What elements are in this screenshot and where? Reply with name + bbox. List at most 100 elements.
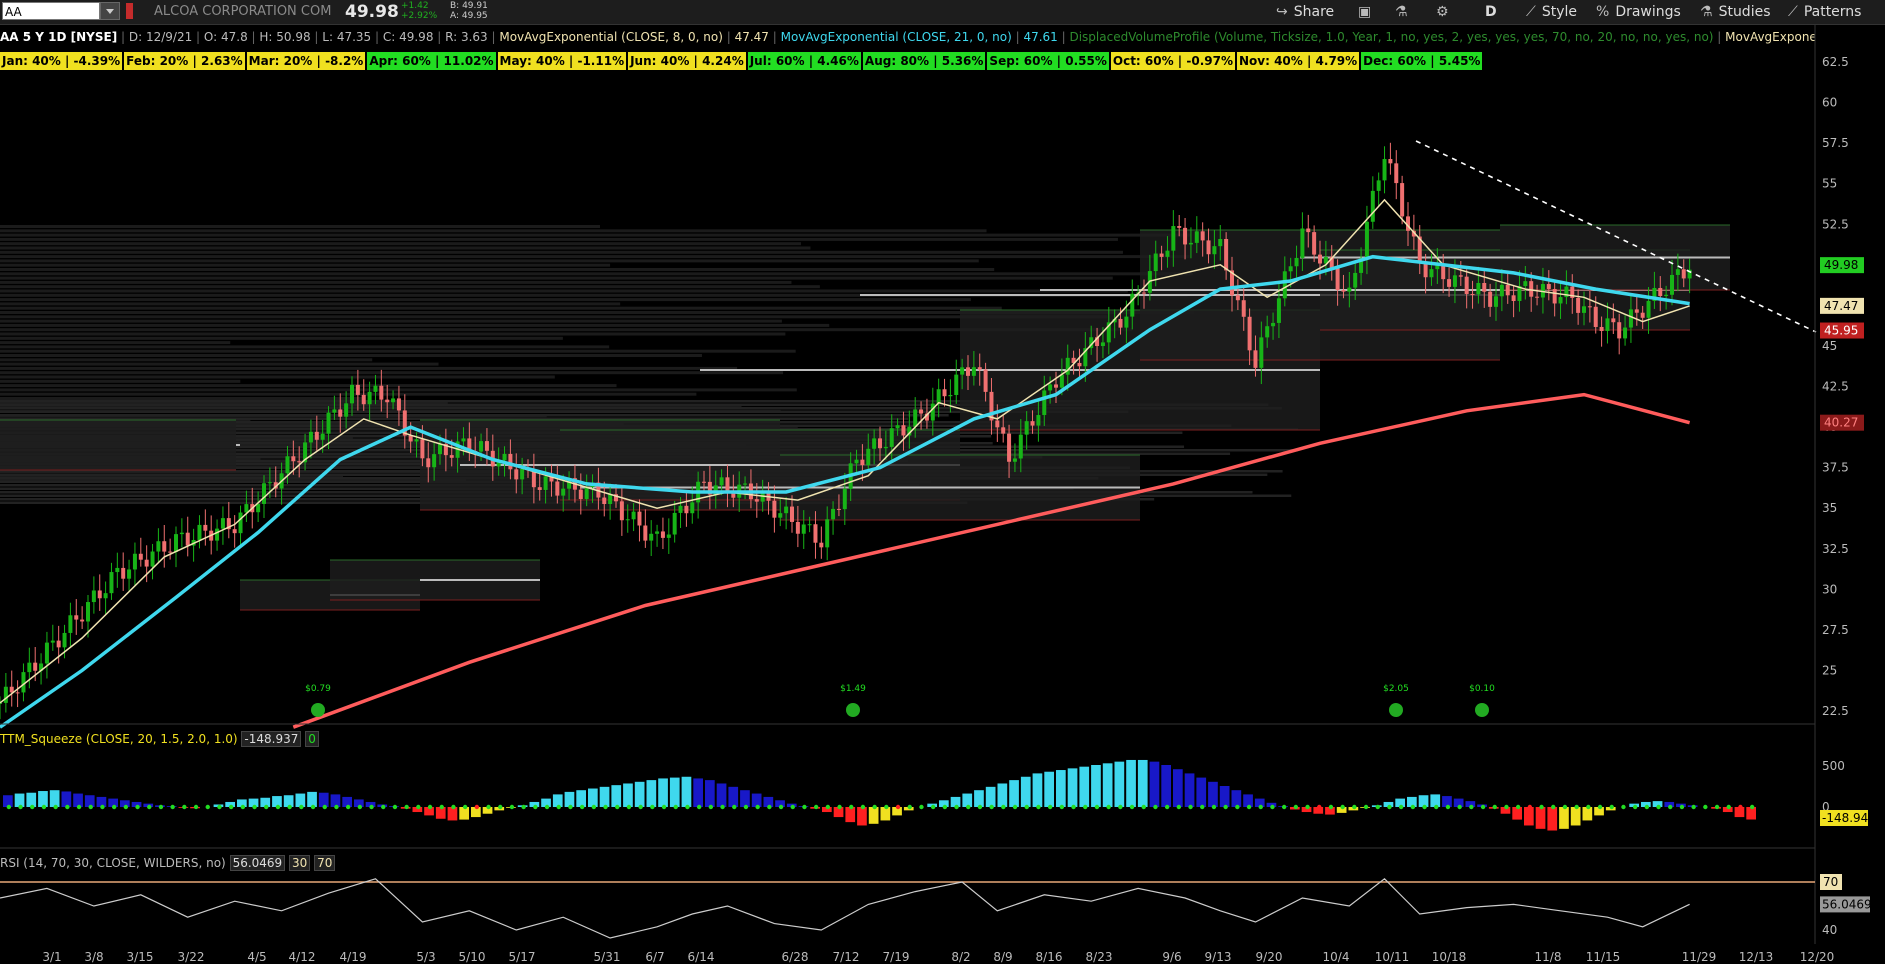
squeeze-header: TTM_Squeeze (CLOSE, 20, 1.5, 2.0, 1.0) -… bbox=[0, 731, 319, 747]
squeeze-bar bbox=[49, 790, 60, 807]
volume-profile-bar bbox=[0, 225, 600, 228]
squeeze-dot bbox=[1726, 804, 1731, 810]
time-axis[interactable]: 3/1 3/8 3/15 3/22 4/5 4/12 4/19 5/3 5/10 5/17 5/31… bbox=[42, 950, 1834, 964]
time-tick-label: 8/16 bbox=[1036, 950, 1063, 964]
candle-body bbox=[396, 398, 401, 411]
squeeze-dot bbox=[907, 804, 912, 810]
candle-body bbox=[813, 524, 818, 543]
candle-body bbox=[1628, 309, 1633, 328]
volume-profile-bar bbox=[0, 315, 1108, 319]
rsi-header: RSI (14, 70, 30, CLOSE, WILDERS, no) 56.… bbox=[0, 855, 336, 871]
squeeze-bar bbox=[1032, 773, 1043, 807]
price-tag-text: 49.98 bbox=[1824, 258, 1858, 272]
candle-body bbox=[883, 446, 888, 449]
price-axis[interactable]: 22.52527.53032.53537.54042.54547.55052.5… bbox=[1822, 55, 1849, 718]
candle-body bbox=[1587, 306, 1592, 308]
candle-body bbox=[684, 505, 689, 514]
squeeze-dot bbox=[1434, 804, 1439, 810]
candle-body bbox=[320, 433, 325, 440]
candle-body bbox=[936, 389, 941, 404]
squeeze-dot bbox=[404, 804, 409, 810]
squeeze-dot bbox=[30, 804, 35, 810]
time-tick-label: 5/31 bbox=[594, 950, 621, 964]
squeeze-dot bbox=[1668, 804, 1673, 810]
volume-profile-bar bbox=[0, 229, 987, 233]
candle-body bbox=[1259, 337, 1264, 368]
squeeze-dot bbox=[1410, 804, 1416, 810]
candle-body bbox=[355, 384, 360, 395]
squeeze-dot bbox=[1574, 804, 1579, 810]
time-tick-label: 10/11 bbox=[1375, 950, 1410, 964]
squeeze-bar bbox=[693, 778, 703, 807]
time-tick-label: 8/2 bbox=[951, 950, 970, 964]
time-tick-label: 10/4 bbox=[1323, 950, 1350, 964]
volume-profile-bar bbox=[0, 366, 738, 370]
time-tick-label: 4/19 bbox=[340, 950, 367, 964]
candle-body bbox=[795, 521, 800, 534]
candle-body bbox=[1681, 269, 1686, 279]
candle-body bbox=[1218, 238, 1223, 247]
candle-body bbox=[1376, 180, 1381, 191]
rsi-ob-text: 70 bbox=[1823, 875, 1838, 889]
squeeze-dot bbox=[1293, 804, 1299, 810]
squeeze-dot bbox=[860, 804, 866, 810]
time-tick-label: 7/12 bbox=[833, 950, 860, 964]
squeeze-dot bbox=[228, 804, 234, 810]
price-chart[interactable]: $0.79 $1.49 $2.05 $0.10 22.5 25 27.5 30 32.5 35 3… bbox=[0, 0, 1885, 964]
squeeze-bar bbox=[1161, 765, 1171, 807]
volume-profile-bar bbox=[0, 392, 697, 396]
candle-body bbox=[784, 506, 789, 514]
candle-body bbox=[825, 519, 830, 548]
squeeze-label[interactable]: TTM_Squeeze (CLOSE, 20, 1.5, 2.0, 1.0) bbox=[0, 732, 238, 746]
candle-body bbox=[1558, 297, 1563, 304]
squeeze-dot bbox=[1281, 804, 1287, 810]
candle-body bbox=[637, 511, 642, 526]
candle-body bbox=[555, 481, 560, 496]
price-tick-label: 52.5 bbox=[1822, 217, 1849, 231]
candle-body bbox=[1505, 284, 1510, 296]
squeeze-dot bbox=[638, 804, 643, 810]
squeeze-dot bbox=[755, 804, 760, 810]
candle-body bbox=[420, 439, 425, 459]
candle-body bbox=[1282, 271, 1287, 299]
squeeze-dot bbox=[1246, 804, 1252, 810]
event-icon bbox=[1475, 703, 1489, 717]
candle-body bbox=[1253, 350, 1258, 368]
rsi-label[interactable]: RSI (14, 70, 30, CLOSE, WILDERS, no) bbox=[0, 856, 226, 870]
candle-body bbox=[1464, 276, 1469, 294]
price-tick-label: 22.5 bbox=[1822, 704, 1849, 718]
candle-body bbox=[1235, 295, 1240, 301]
candle-body bbox=[977, 367, 982, 370]
rsi-last-text: 56.0469 bbox=[1822, 897, 1872, 911]
value-area-box bbox=[0, 420, 236, 470]
candle-body bbox=[1605, 318, 1610, 331]
squeeze-dot bbox=[650, 804, 655, 810]
time-tick-label: 11/29 bbox=[1682, 950, 1717, 964]
squeeze-bar bbox=[14, 793, 25, 807]
squeeze-dot bbox=[1352, 804, 1357, 810]
squeeze-dot bbox=[673, 804, 678, 810]
event-icon bbox=[1389, 703, 1403, 717]
squeeze-bar bbox=[681, 776, 692, 807]
squeeze-dot bbox=[158, 804, 164, 810]
candle-body bbox=[3, 686, 8, 703]
candle-body bbox=[350, 384, 354, 404]
candle-body bbox=[1523, 281, 1528, 287]
dividend-amount: $0.79 bbox=[305, 684, 331, 694]
squeeze-dot bbox=[41, 804, 47, 810]
squeeze-dot bbox=[1597, 804, 1603, 810]
candle-body bbox=[21, 672, 26, 693]
candle-body bbox=[649, 533, 654, 541]
candle-body bbox=[1200, 231, 1205, 241]
candle-body bbox=[655, 531, 660, 534]
squeeze-dot bbox=[1141, 804, 1146, 810]
candle-body bbox=[373, 385, 378, 392]
candle-body bbox=[508, 453, 513, 470]
candle-body bbox=[772, 500, 777, 518]
volume-profile-bar bbox=[0, 237, 1118, 241]
candle-body bbox=[1007, 433, 1012, 462]
squeeze-dot bbox=[135, 804, 140, 810]
candle-body bbox=[1658, 287, 1663, 297]
candle-body bbox=[1124, 316, 1129, 328]
candle-body bbox=[678, 505, 683, 513]
